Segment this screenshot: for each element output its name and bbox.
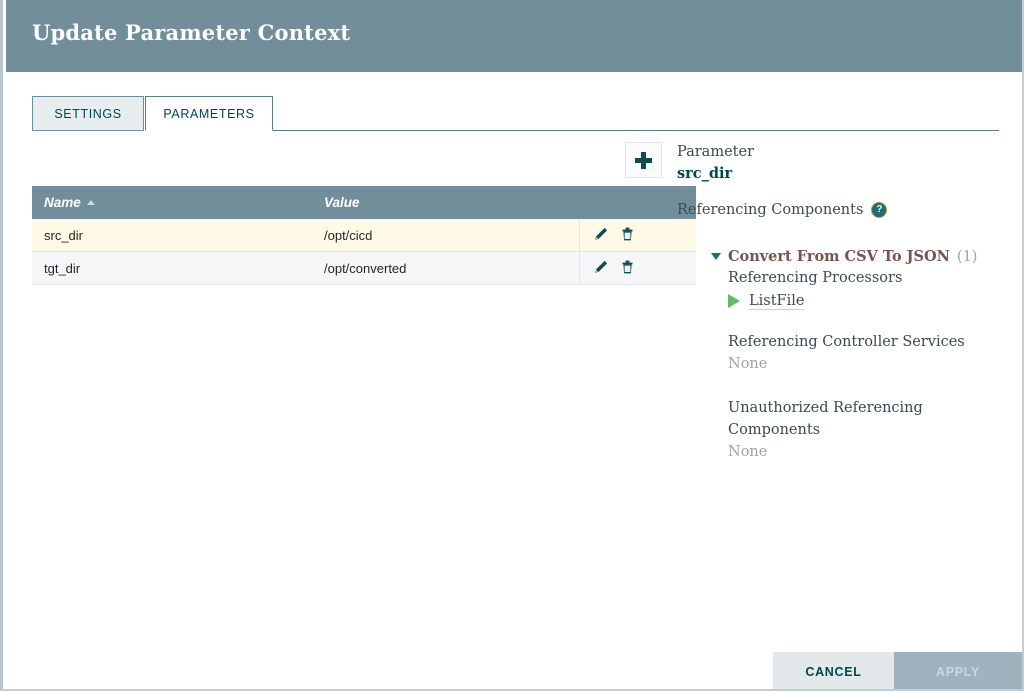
cell-value: /opt/cicd <box>312 219 579 252</box>
cell-value: /opt/converted <box>312 251 579 285</box>
tab-settings[interactable]: SETTINGS <box>32 96 144 131</box>
column-header-name[interactable]: Name <box>32 186 312 219</box>
caret-up-icon <box>86 200 95 205</box>
referencing-group-count: (1) <box>956 248 978 265</box>
tab-underline <box>272 130 999 131</box>
pencil-icon[interactable] <box>594 227 608 244</box>
column-header-value[interactable]: Value <box>312 186 579 219</box>
tab-parameters[interactable]: PARAMETERS <box>145 96 273 131</box>
cancel-button[interactable]: CANCEL <box>773 652 894 689</box>
trash-icon[interactable] <box>621 227 634 244</box>
referencing-components-section: Referencing Components ? <box>677 202 1007 218</box>
table-row[interactable]: tgt_dir /opt/converted <box>32 251 696 285</box>
caret-down-icon[interactable] <box>711 253 721 260</box>
trash-icon[interactable] <box>621 260 634 277</box>
tab-parameters-label: PARAMETERS <box>163 106 255 121</box>
referencing-group-name: Convert From CSV To JSON <box>728 248 950 265</box>
page-title: Update Parameter Context <box>32 20 351 45</box>
dialog-header: Update Parameter Context <box>6 0 1022 72</box>
list-item[interactable]: ListFile <box>728 293 1007 309</box>
tab-settings-label: SETTINGS <box>54 106 122 121</box>
parameter-name: src_dir <box>677 165 733 182</box>
dialog-footer: CANCEL APPLY <box>773 652 1022 689</box>
referencing-components-label: Referencing Components <box>677 202 864 218</box>
cell-name: src_dir <box>32 219 312 252</box>
apply-button[interactable]: APPLY <box>894 652 1022 689</box>
plus-icon <box>635 151 652 169</box>
play-icon <box>728 294 740 308</box>
pencil-icon[interactable] <box>594 260 608 277</box>
parameters-table: Name Value src_dir /opt/cicd tgt_dir /op… <box>32 186 696 285</box>
parameter-details-pane: Parameter src_dir Referencing Components… <box>677 142 1007 463</box>
referencing-controller-services-label: Referencing Controller Services <box>728 334 965 350</box>
parameter-label: Parameter <box>677 144 754 160</box>
column-header-value-label: Value <box>324 195 360 210</box>
update-parameter-context-dialog: Update Parameter Context SETTINGS PARAME… <box>0 0 1024 691</box>
processor-link-listfile[interactable]: ListFile <box>749 293 804 309</box>
add-parameter-button[interactable] <box>625 142 662 178</box>
tab-bar: SETTINGS PARAMETERS <box>32 96 999 132</box>
referencing-processors-label: Referencing Processors <box>728 270 903 286</box>
unauthorized-referencing-components-label: Unauthorized Referencing Components <box>728 400 923 438</box>
cell-name: tgt_dir <box>32 251 312 285</box>
column-header-name-label: Name <box>44 195 81 210</box>
unauthorized-referencing-components-value: None <box>728 444 768 460</box>
table-header-row: Name Value <box>32 186 696 219</box>
referencing-group-header[interactable]: Convert From CSV To JSON (1) <box>711 248 1007 265</box>
question-mark-icon[interactable]: ? <box>872 203 887 217</box>
table-row[interactable]: src_dir /opt/cicd <box>32 219 696 252</box>
cancel-button-label: CANCEL <box>805 664 862 679</box>
apply-button-label: APPLY <box>935 664 981 679</box>
referencing-controller-services-value: None <box>728 356 768 372</box>
referencing-group: Convert From CSV To JSON (1) Referencing… <box>711 248 1007 463</box>
